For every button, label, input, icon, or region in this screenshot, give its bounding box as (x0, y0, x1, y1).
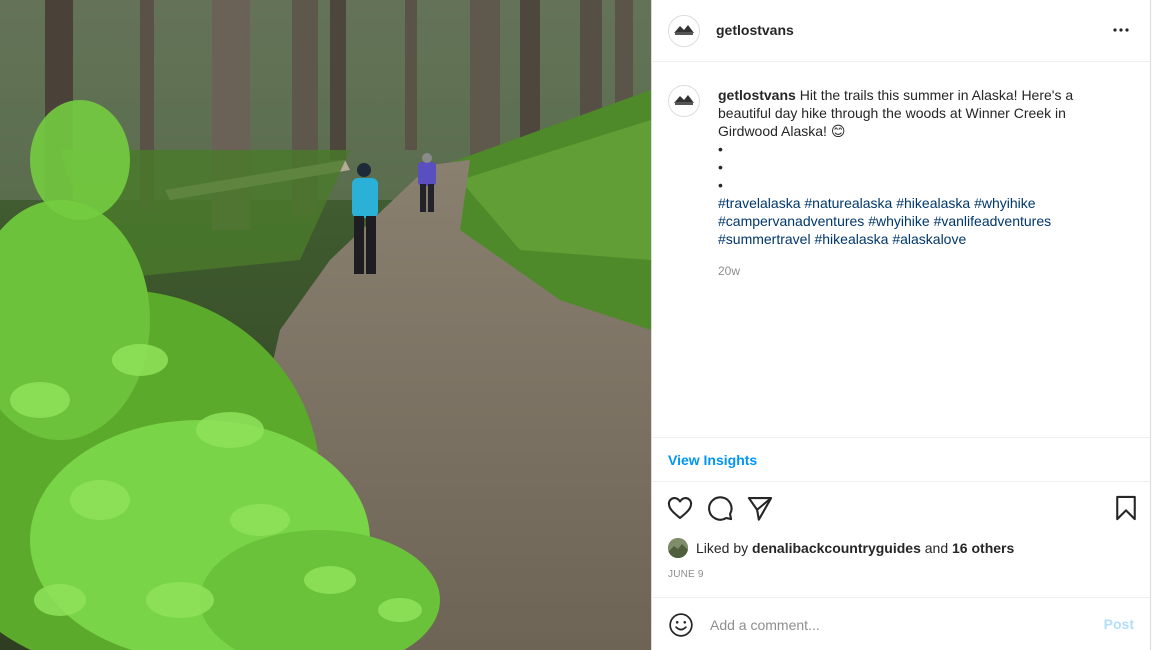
hashtag-link[interactable]: #hikealaska (814, 231, 888, 247)
bookmark-icon (1116, 495, 1136, 521)
hashtag-link[interactable]: #vanlifeadventures (934, 213, 1052, 229)
caption-bullet: • (718, 159, 723, 175)
hashtag-link[interactable]: #whyihike (974, 195, 1035, 211)
liked-by-row: Liked by denalibackcountryguides and 16 … (668, 538, 1014, 558)
liked-by-others[interactable]: 16 others (952, 540, 1014, 556)
heart-icon (667, 497, 693, 519)
comment-bubble-icon (708, 496, 733, 521)
comment-bar: Post (652, 597, 1150, 650)
liker-photo (668, 538, 688, 558)
hashtag-list: #travelalaska #naturealaska #hikealaska … (718, 195, 1051, 247)
hashtag-link[interactable]: #whyihike (868, 213, 929, 229)
caption-author-avatar[interactable] (668, 85, 700, 117)
hashtag-link[interactable]: #naturealaska (804, 195, 892, 211)
getlostvans-logo (669, 86, 699, 116)
post-detail-panel: getlostvans getlostvans Hit the trails t… (651, 0, 1151, 650)
more-options-button[interactable] (1112, 20, 1130, 40)
author-avatar[interactable] (668, 15, 700, 47)
liked-by-user[interactable]: denalibackcountryguides (752, 540, 921, 556)
caption-bullet: • (718, 177, 723, 193)
share-button[interactable] (746, 494, 774, 522)
post-date[interactable]: JUNE 9 (668, 569, 704, 580)
save-button[interactable] (1112, 494, 1140, 522)
forest-trail-photo (0, 0, 651, 650)
liker-avatar[interactable] (668, 538, 688, 558)
comment-input[interactable] (708, 612, 1092, 638)
post-time-ago[interactable]: 20w (718, 262, 1128, 280)
post-photo[interactable] (0, 0, 651, 650)
caption-bullet: • (718, 141, 723, 157)
caption-text: getlostvans Hit the trails this summer i… (718, 86, 1128, 280)
view-insights-link[interactable]: View Insights (668, 452, 757, 468)
caption-username[interactable]: getlostvans (718, 87, 796, 103)
post-header: getlostvans (652, 0, 1150, 62)
hashtag-link[interactable]: #travelalaska (718, 195, 801, 211)
hashtag-link[interactable]: #summertravel (718, 231, 811, 247)
author-username[interactable]: getlostvans (716, 22, 794, 38)
comment-button[interactable] (706, 494, 734, 522)
liked-by-and: and (924, 540, 949, 556)
smiley-icon (669, 613, 693, 637)
caption-section: getlostvans Hit the trails this summer i… (652, 62, 1150, 438)
more-horizontal-icon (1113, 28, 1129, 32)
insights-row: View Insights (652, 438, 1150, 482)
post-comment-button[interactable]: Post (1104, 616, 1134, 632)
hashtag-link[interactable]: #alaskalove (892, 231, 966, 247)
getlostvans-logo (669, 16, 699, 46)
hashtag-link[interactable]: #hikealaska (896, 195, 970, 211)
post-actions (652, 482, 1150, 532)
emoji-button[interactable] (668, 612, 694, 638)
hashtag-link[interactable]: #campervanadventures (718, 213, 864, 229)
paper-plane-icon (747, 497, 773, 521)
like-button[interactable] (666, 494, 694, 522)
liked-by-prefix: Liked by (696, 540, 749, 556)
